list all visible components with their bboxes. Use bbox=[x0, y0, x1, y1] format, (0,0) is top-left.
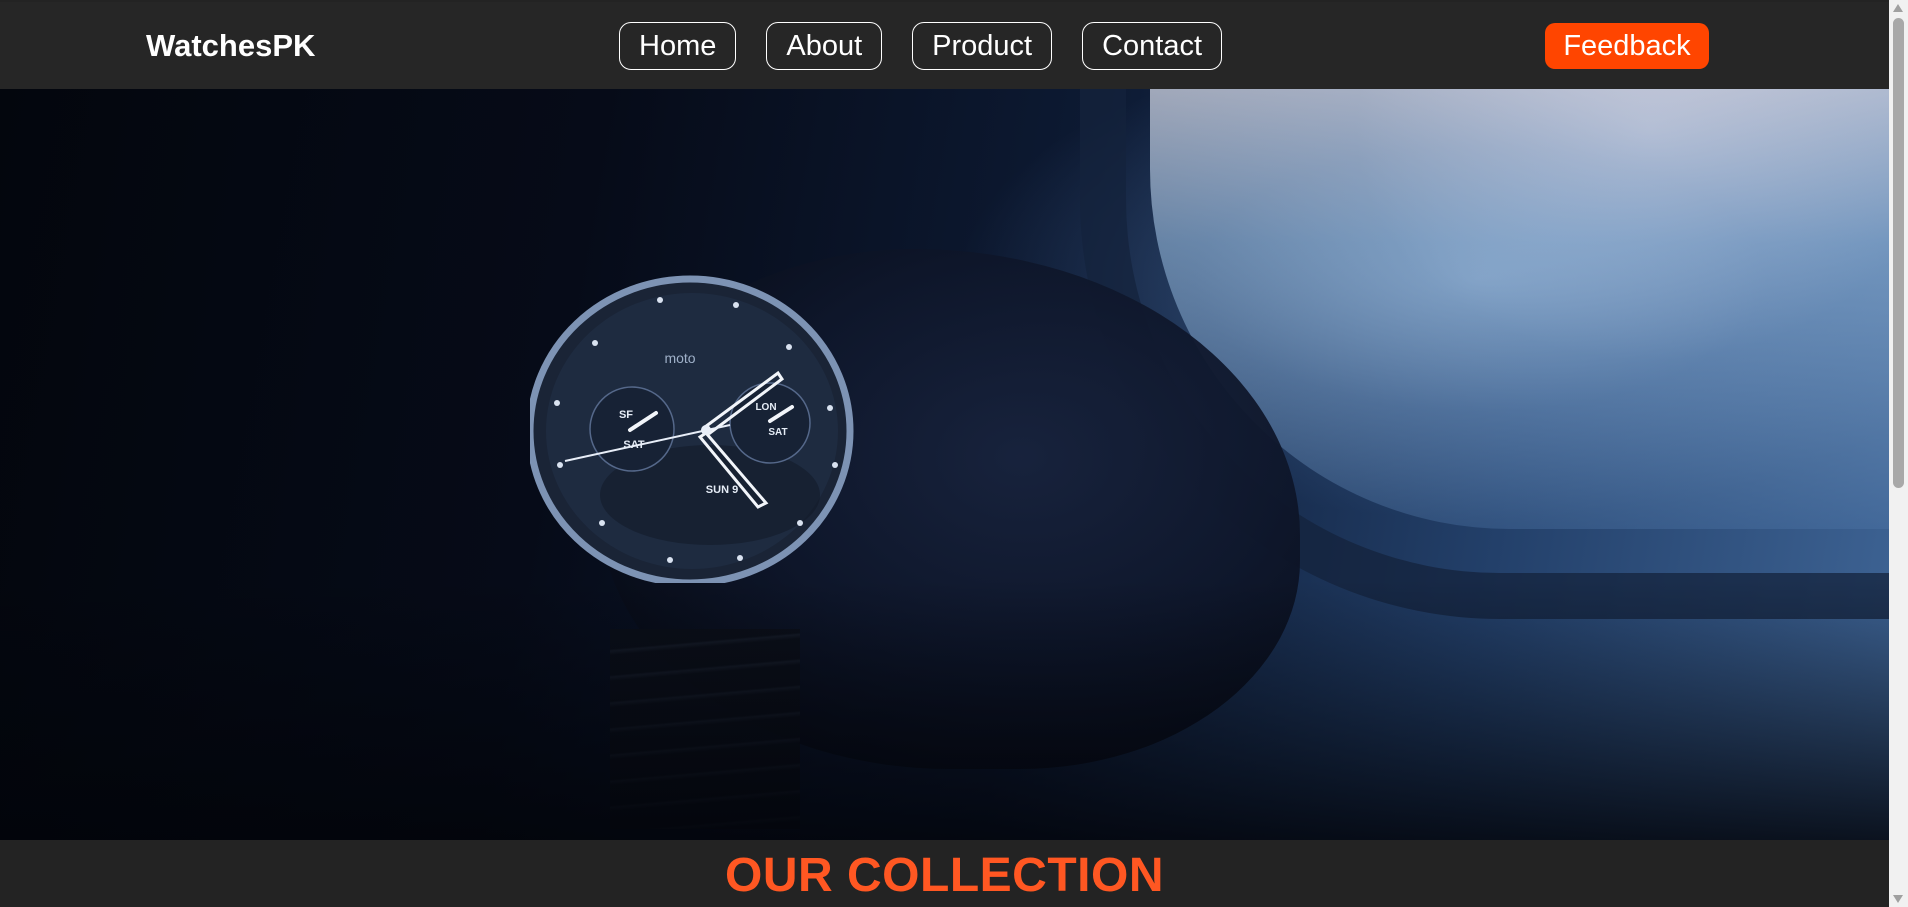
hero-image: moto SF SAT LON SAT SUN 9 bbox=[0, 89, 1889, 840]
page: WatchesPK Home About Product Contact Fee… bbox=[0, 0, 1889, 907]
left-dial-top-text: SF bbox=[619, 409, 633, 421]
scroll-up-arrow-icon[interactable] bbox=[1893, 4, 1903, 12]
scroll-thumb[interactable] bbox=[1893, 18, 1904, 488]
right-dial-top-text: LON bbox=[755, 402, 776, 413]
right-subdial bbox=[729, 382, 811, 464]
nav-contact-link[interactable]: Contact bbox=[1082, 22, 1223, 70]
watch-logo-text: moto bbox=[664, 350, 695, 366]
hero-bottom-shade bbox=[0, 580, 1889, 840]
collection-title: OUR COLLECTION bbox=[725, 849, 1164, 902]
page-scrollbar[interactable] bbox=[1889, 0, 1908, 907]
watch-illustration: moto SF SAT LON SAT SUN 9 bbox=[530, 275, 854, 583]
nav-home-link[interactable]: Home bbox=[619, 22, 737, 70]
nav-links: Home About Product Contact bbox=[619, 22, 1223, 70]
nav-about-link[interactable]: About bbox=[766, 22, 883, 70]
navbar: WatchesPK Home About Product Contact Fee… bbox=[0, 2, 1889, 89]
date-window-text: SUN 9 bbox=[706, 484, 738, 496]
scroll-down-arrow-icon[interactable] bbox=[1893, 895, 1903, 903]
nav-product-link[interactable]: Product bbox=[912, 22, 1053, 70]
brand-logo[interactable]: WatchesPK bbox=[146, 28, 315, 64]
center-pin bbox=[701, 425, 711, 435]
feedback-button[interactable]: Feedback bbox=[1545, 23, 1709, 69]
right-dial-bottom-text: SAT bbox=[768, 427, 787, 438]
